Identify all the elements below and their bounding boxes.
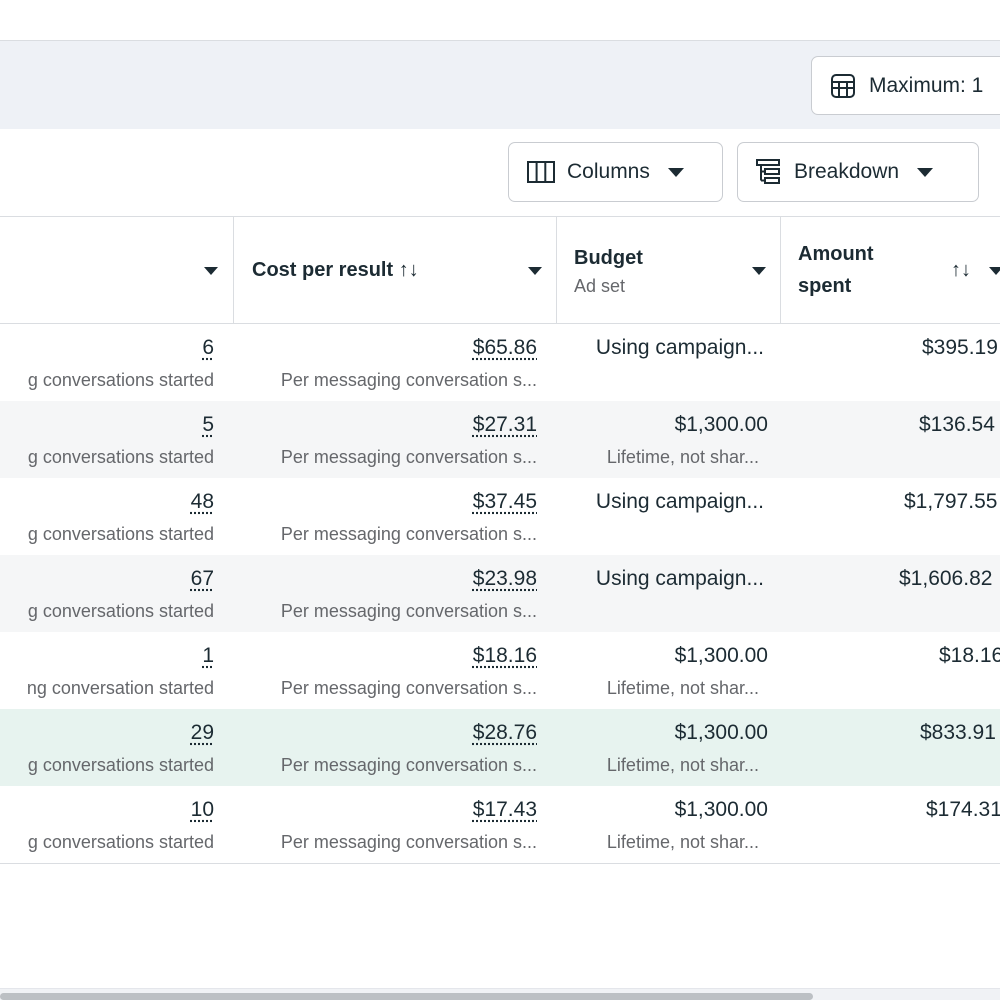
- table-bottom-border: [0, 863, 1000, 864]
- column-header-amount-spent[interactable]: Amount spent ↑↓: [780, 217, 1000, 324]
- budget-label: Lifetime, not shar...: [606, 755, 759, 775]
- column-subtitle: Ad set: [574, 276, 626, 296]
- caret-down-icon: [667, 167, 684, 177]
- results-value[interactable]: 29: [191, 721, 214, 745]
- results-value[interactable]: 67: [191, 567, 214, 591]
- results-label: g conversations started: [27, 524, 214, 544]
- cost-per-result-label: Per messaging conversation s...: [280, 524, 537, 544]
- results-label: ng conversation started: [26, 678, 214, 698]
- cost-per-result-value[interactable]: $65.86: [473, 336, 537, 360]
- table-row-selected[interactable]: 29 g conversations started $28.76 Per me…: [0, 709, 1000, 786]
- results-value[interactable]: 10: [191, 798, 214, 822]
- amount-spent-value: $1,797.55: [904, 490, 998, 513]
- column-header-cost-per-result[interactable]: Cost per result ↑↓: [233, 217, 556, 324]
- caret-down-icon[interactable]: [528, 267, 542, 275]
- budget-value: Using campaign...: [595, 336, 764, 359]
- columns-label: Columns: [567, 160, 650, 183]
- column-header-results[interactable]: [0, 217, 233, 324]
- cost-per-result-label: Per messaging conversation s...: [280, 370, 537, 390]
- cost-per-result-value[interactable]: $28.76: [473, 721, 537, 745]
- caret-down-icon[interactable]: [204, 267, 218, 275]
- column-title: Amount: [798, 243, 874, 265]
- maximum-button[interactable]: Maximum: 1: [811, 56, 1000, 115]
- breakdown-label: Breakdown: [794, 160, 900, 183]
- column-title-line2: spent: [798, 275, 852, 297]
- results-value[interactable]: 1: [202, 644, 214, 668]
- table-row[interactable]: 48 g conversations started $37.45 Per me…: [0, 478, 1000, 555]
- amount-spent-value: $833.91: [920, 721, 996, 744]
- results-label: g conversations started: [27, 832, 214, 852]
- column-title: Budget: [574, 247, 643, 269]
- horizontal-scrollbar-thumb[interactable]: [0, 993, 813, 1000]
- results-value[interactable]: 6: [202, 336, 214, 360]
- column-header-budget[interactable]: Budget Ad set: [556, 217, 780, 324]
- maximum-label: Maximum: 1: [869, 73, 984, 97]
- column-title: Cost per result ↑↓: [252, 259, 419, 281]
- cost-per-result-value[interactable]: $17.43: [473, 798, 537, 822]
- budget-label: Lifetime, not shar...: [606, 447, 759, 467]
- cost-per-result-value[interactable]: $18.16: [473, 644, 537, 668]
- results-label: g conversations started: [27, 447, 214, 467]
- budget-value: $1,300.00: [674, 413, 768, 436]
- results-value[interactable]: 48: [191, 490, 214, 514]
- columns-button[interactable]: Columns: [508, 142, 723, 202]
- table-row[interactable]: 1 ng conversation started $18.16 Per mes…: [0, 632, 1000, 709]
- table-row[interactable]: 5 g conversations started $27.31 Per mes…: [0, 401, 1000, 478]
- cost-per-result-label: Per messaging conversation s...: [280, 678, 537, 698]
- results-value[interactable]: 5: [202, 413, 214, 437]
- cost-per-result-value[interactable]: $27.31: [473, 413, 537, 437]
- results-label: g conversations started: [27, 370, 214, 390]
- amount-spent-value: $174.31: [926, 798, 1000, 821]
- table-header: Cost per result ↑↓ Budget Ad set Amount …: [0, 216, 1000, 324]
- cost-per-result-label: Per messaging conversation s...: [280, 601, 537, 621]
- budget-label: Lifetime, not shar...: [606, 832, 759, 852]
- columns-icon: [527, 161, 555, 183]
- budget-value: Using campaign...: [595, 567, 764, 590]
- budget-value: Using campaign...: [595, 490, 764, 513]
- amount-spent-value: $395.19: [922, 336, 998, 359]
- cost-per-result-label: Per messaging conversation s...: [280, 447, 537, 467]
- ads-table: Cost per result ↑↓ Budget Ad set Amount …: [0, 216, 1000, 863]
- results-label: g conversations started: [27, 755, 214, 775]
- budget-value: $1,300.00: [674, 721, 768, 744]
- results-label: g conversations started: [27, 601, 214, 621]
- table-row[interactable]: 10 g conversations started $17.43 Per me…: [0, 786, 1000, 863]
- breakdown-icon: [756, 159, 780, 184]
- cost-per-result-value[interactable]: $37.45: [473, 490, 537, 514]
- cost-per-result-label: Per messaging conversation s...: [280, 755, 537, 775]
- amount-spent-value: $18.16: [939, 644, 1000, 667]
- table-icon: [831, 73, 855, 98]
- budget-value: $1,300.00: [674, 798, 768, 821]
- budget-label: Lifetime, not shar...: [606, 678, 759, 698]
- caret-down-icon: [917, 167, 934, 177]
- amount-spent-value: $1,606.82: [899, 567, 993, 590]
- amount-spent-value: $136.54: [919, 413, 995, 436]
- table-row[interactable]: 6 g conversations started $65.86 Per mes…: [0, 324, 1000, 401]
- cost-per-result-value[interactable]: $23.98: [473, 567, 537, 591]
- caret-down-icon[interactable]: [989, 267, 1000, 275]
- sort-icon[interactable]: ↑↓: [951, 255, 971, 286]
- budget-value: $1,300.00: [674, 644, 768, 667]
- cost-per-result-label: Per messaging conversation s...: [280, 832, 537, 852]
- table-row[interactable]: 67 g conversations started $23.98 Per me…: [0, 555, 1000, 632]
- breakdown-button[interactable]: Breakdown: [737, 142, 979, 202]
- caret-down-icon[interactable]: [752, 267, 766, 275]
